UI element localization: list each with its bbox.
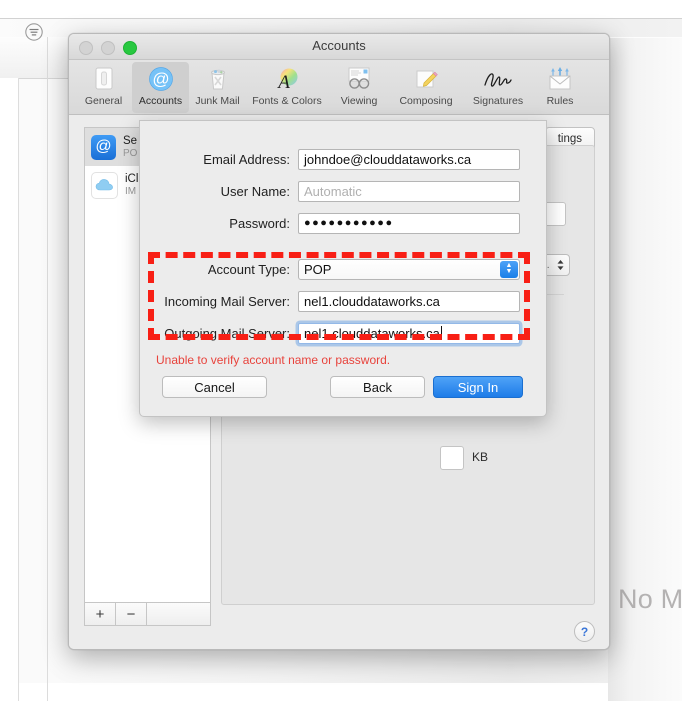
toolbar-label-signatures: Signatures xyxy=(472,95,524,107)
toolbar-item-composing[interactable]: Composing xyxy=(390,62,462,113)
account-type-value: POP xyxy=(304,261,332,277)
error-message: Unable to verify account name or passwor… xyxy=(156,353,391,367)
field-row-outgoing-mail-server: Outgoing Mail Server: nel1.clouddatawork… xyxy=(140,320,546,346)
icloud-cloud-icon xyxy=(91,171,118,199)
toolbar-label-junk-mail: Junk Mail xyxy=(195,95,240,107)
email-address-input[interactable]: johndoe@clouddataworks.ca xyxy=(298,148,520,170)
incoming-mail-server-input[interactable]: nel1.clouddataworks.ca xyxy=(298,290,520,312)
toolbar-label-fonts-colors: Fonts & Colors xyxy=(252,95,322,107)
toolbar-label-accounts: Accounts xyxy=(138,95,183,107)
sign-in-button[interactable]: Sign In xyxy=(433,376,523,398)
junk-mail-trash-icon xyxy=(205,65,231,93)
svg-text:@: @ xyxy=(152,70,169,89)
chevron-updown-icon xyxy=(557,260,564,270)
text-caret xyxy=(440,326,442,340)
ghost-unit-label: KB xyxy=(472,450,489,464)
viewing-glasses-icon xyxy=(344,65,374,93)
label-account-type: Account Type: xyxy=(207,261,290,277)
label-user-name: User Name: xyxy=(220,183,290,199)
sheet-button-row: Cancel Back Sign In xyxy=(140,376,546,400)
label-email-address: Email Address: xyxy=(203,151,290,167)
composing-pencil-icon xyxy=(413,65,439,93)
toolbar-item-rules[interactable]: Rules xyxy=(534,62,586,113)
outgoing-mail-server-value: nel1.clouddataworks.ca xyxy=(304,325,440,341)
window-titlebar[interactable]: Accounts xyxy=(69,34,609,60)
general-icon xyxy=(91,65,117,93)
toolbar-item-junk-mail[interactable]: Junk Mail xyxy=(189,62,246,113)
background-sidebar-strip xyxy=(0,78,19,701)
field-row-account-type: Account Type: POP ▲ ▼ xyxy=(140,256,546,282)
user-name-input[interactable]: Automatic xyxy=(298,180,520,202)
preferences-toolbar: General @ Accounts Junk Mail A Fonts & C… xyxy=(69,60,609,115)
no-messages-label: No M xyxy=(618,584,682,614)
field-row-incoming-mail-server: Incoming Mail Server: nel1.clouddatawork… xyxy=(140,288,546,314)
help-button[interactable]: ? xyxy=(574,621,595,642)
toolbar-item-accounts[interactable]: @ Accounts xyxy=(132,62,189,113)
ghost-small-field[interactable] xyxy=(440,446,464,470)
list-footer-spacer xyxy=(147,603,210,625)
svg-text:A: A xyxy=(276,72,290,92)
remove-account-button[interactable]: − xyxy=(116,603,147,625)
field-row-email-address: Email Address: johndoe@clouddataworks.ca xyxy=(140,146,546,172)
add-account-button[interactable]: + xyxy=(85,603,116,625)
account-type-popup[interactable]: POP ▲ ▼ xyxy=(298,258,520,280)
window-title: Accounts xyxy=(312,38,366,53)
signatures-icon xyxy=(481,65,515,93)
password-input[interactable]: ●●●●●●●●●●● xyxy=(298,212,520,234)
outgoing-mail-server-input[interactable]: nel1.clouddataworks.ca xyxy=(298,322,520,344)
toolbar-item-general[interactable]: General xyxy=(75,62,132,113)
label-password: Password: xyxy=(229,215,290,231)
toolbar-item-fonts-colors[interactable]: A Fonts & Colors xyxy=(246,62,328,113)
label-outgoing-mail-server: Outgoing Mail Server: xyxy=(164,325,290,341)
account-setup-sheet: Email Address: johndoe@clouddataworks.ca… xyxy=(139,120,547,417)
screenshot-root: No M Accounts General @ Accounts Junk Ma… xyxy=(0,0,682,701)
account-kind: IM xyxy=(125,185,137,197)
accounts-at-icon: @ xyxy=(148,65,174,93)
field-row-password: Password: ●●●●●●●●●●● xyxy=(140,210,546,236)
toolbar-label-viewing: Viewing xyxy=(340,95,378,107)
label-incoming-mail-server: Incoming Mail Server: xyxy=(164,293,290,309)
background-column-divider xyxy=(47,37,48,701)
chevron-updown-icon[interactable]: ▲ ▼ xyxy=(500,260,518,278)
account-kind: PO xyxy=(123,147,138,159)
field-row-user-name: User Name: Automatic xyxy=(140,178,546,204)
mail-at-icon: @ xyxy=(91,134,116,160)
cancel-button[interactable]: Cancel xyxy=(162,376,267,398)
toolbar-item-viewing[interactable]: Viewing xyxy=(328,62,390,113)
back-button[interactable]: Back xyxy=(330,376,425,398)
account-name: Se xyxy=(123,134,138,147)
toolbar-label-general: General xyxy=(84,95,123,107)
account-name: iCl xyxy=(125,172,139,185)
toolbar-label-rules: Rules xyxy=(546,95,574,107)
rules-envelope-icon xyxy=(545,65,575,93)
accounts-list-footer: + − xyxy=(84,602,211,626)
toolbar-label-composing: Composing xyxy=(399,95,453,107)
filter-icon[interactable] xyxy=(24,22,44,42)
toolbar-item-signatures[interactable]: Signatures xyxy=(462,62,534,113)
fonts-colors-icon: A xyxy=(274,65,300,93)
